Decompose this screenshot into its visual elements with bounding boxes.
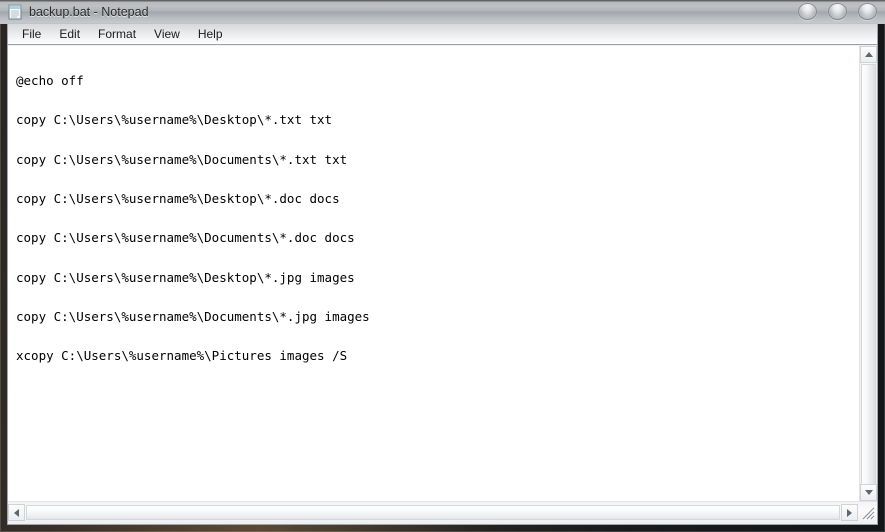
notepad-icon — [7, 4, 23, 20]
menu-item-view[interactable]: View — [145, 25, 189, 43]
window-title: backup.bat - Notepad — [29, 5, 149, 19]
editor-line: copy C:\Users\%username%\Documents\*.jpg… — [16, 308, 370, 324]
editor-line: copy C:\Users\%username%\Desktop\*.txt t… — [16, 112, 333, 128]
horizontal-scrollbar-thumb[interactable] — [26, 505, 840, 520]
arrow-left-icon — [14, 508, 19, 517]
title-bar[interactable]: backup.bat - Notepad — [0, 0, 885, 24]
arrow-down-icon — [864, 490, 873, 495]
minimize-button[interactable] — [798, 3, 817, 20]
editor-line: copy C:\Users\%username%\Documents\*.doc… — [16, 230, 355, 246]
menu-bar: File Edit Format View Help — [8, 24, 877, 45]
menu-item-edit[interactable]: Edit — [50, 25, 89, 43]
menu-item-format[interactable]: Format — [89, 25, 145, 43]
editor-region: @echo off copy C:\Users\%username%\Deskt… — [8, 46, 877, 523]
arrow-right-icon — [847, 508, 852, 517]
resize-grip-icon[interactable] — [859, 504, 877, 522]
editor-line: copy C:\Users\%username%\Documents\*.txt… — [16, 151, 348, 167]
arrow-up-icon — [864, 52, 873, 57]
editor-line: copy C:\Users\%username%\Desktop\*.doc d… — [16, 191, 340, 207]
editor-line: @echo off — [16, 73, 84, 89]
notepad-window: backup.bat - Notepad File Edit Format Vi… — [0, 0, 885, 532]
scroll-up-button[interactable] — [860, 46, 877, 63]
horizontal-scrollbar[interactable] — [8, 501, 877, 523]
caption-button-group — [798, 3, 877, 20]
window-client-area: File Edit Format View Help @echo off cop… — [7, 24, 878, 525]
editor-line: copy C:\Users\%username%\Desktop\*.jpg i… — [16, 269, 355, 285]
menu-item-file[interactable]: File — [13, 25, 50, 43]
scroll-left-button[interactable] — [8, 504, 25, 521]
vertical-scrollbar-thumb[interactable] — [861, 64, 876, 501]
menu-item-help[interactable]: Help — [189, 25, 232, 43]
editor-line: xcopy C:\Users\%username%\Pictures image… — [16, 348, 348, 364]
vertical-scrollbar[interactable] — [859, 46, 877, 501]
text-editor[interactable]: @echo off copy C:\Users\%username%\Deskt… — [8, 46, 859, 501]
maximize-button[interactable] — [828, 3, 847, 20]
scroll-right-button[interactable] — [841, 504, 858, 521]
desktop-backdrop: backup.bat - Notepad File Edit Format Vi… — [0, 0, 885, 532]
close-button[interactable] — [858, 3, 877, 20]
scroll-down-button[interactable] — [860, 484, 877, 501]
